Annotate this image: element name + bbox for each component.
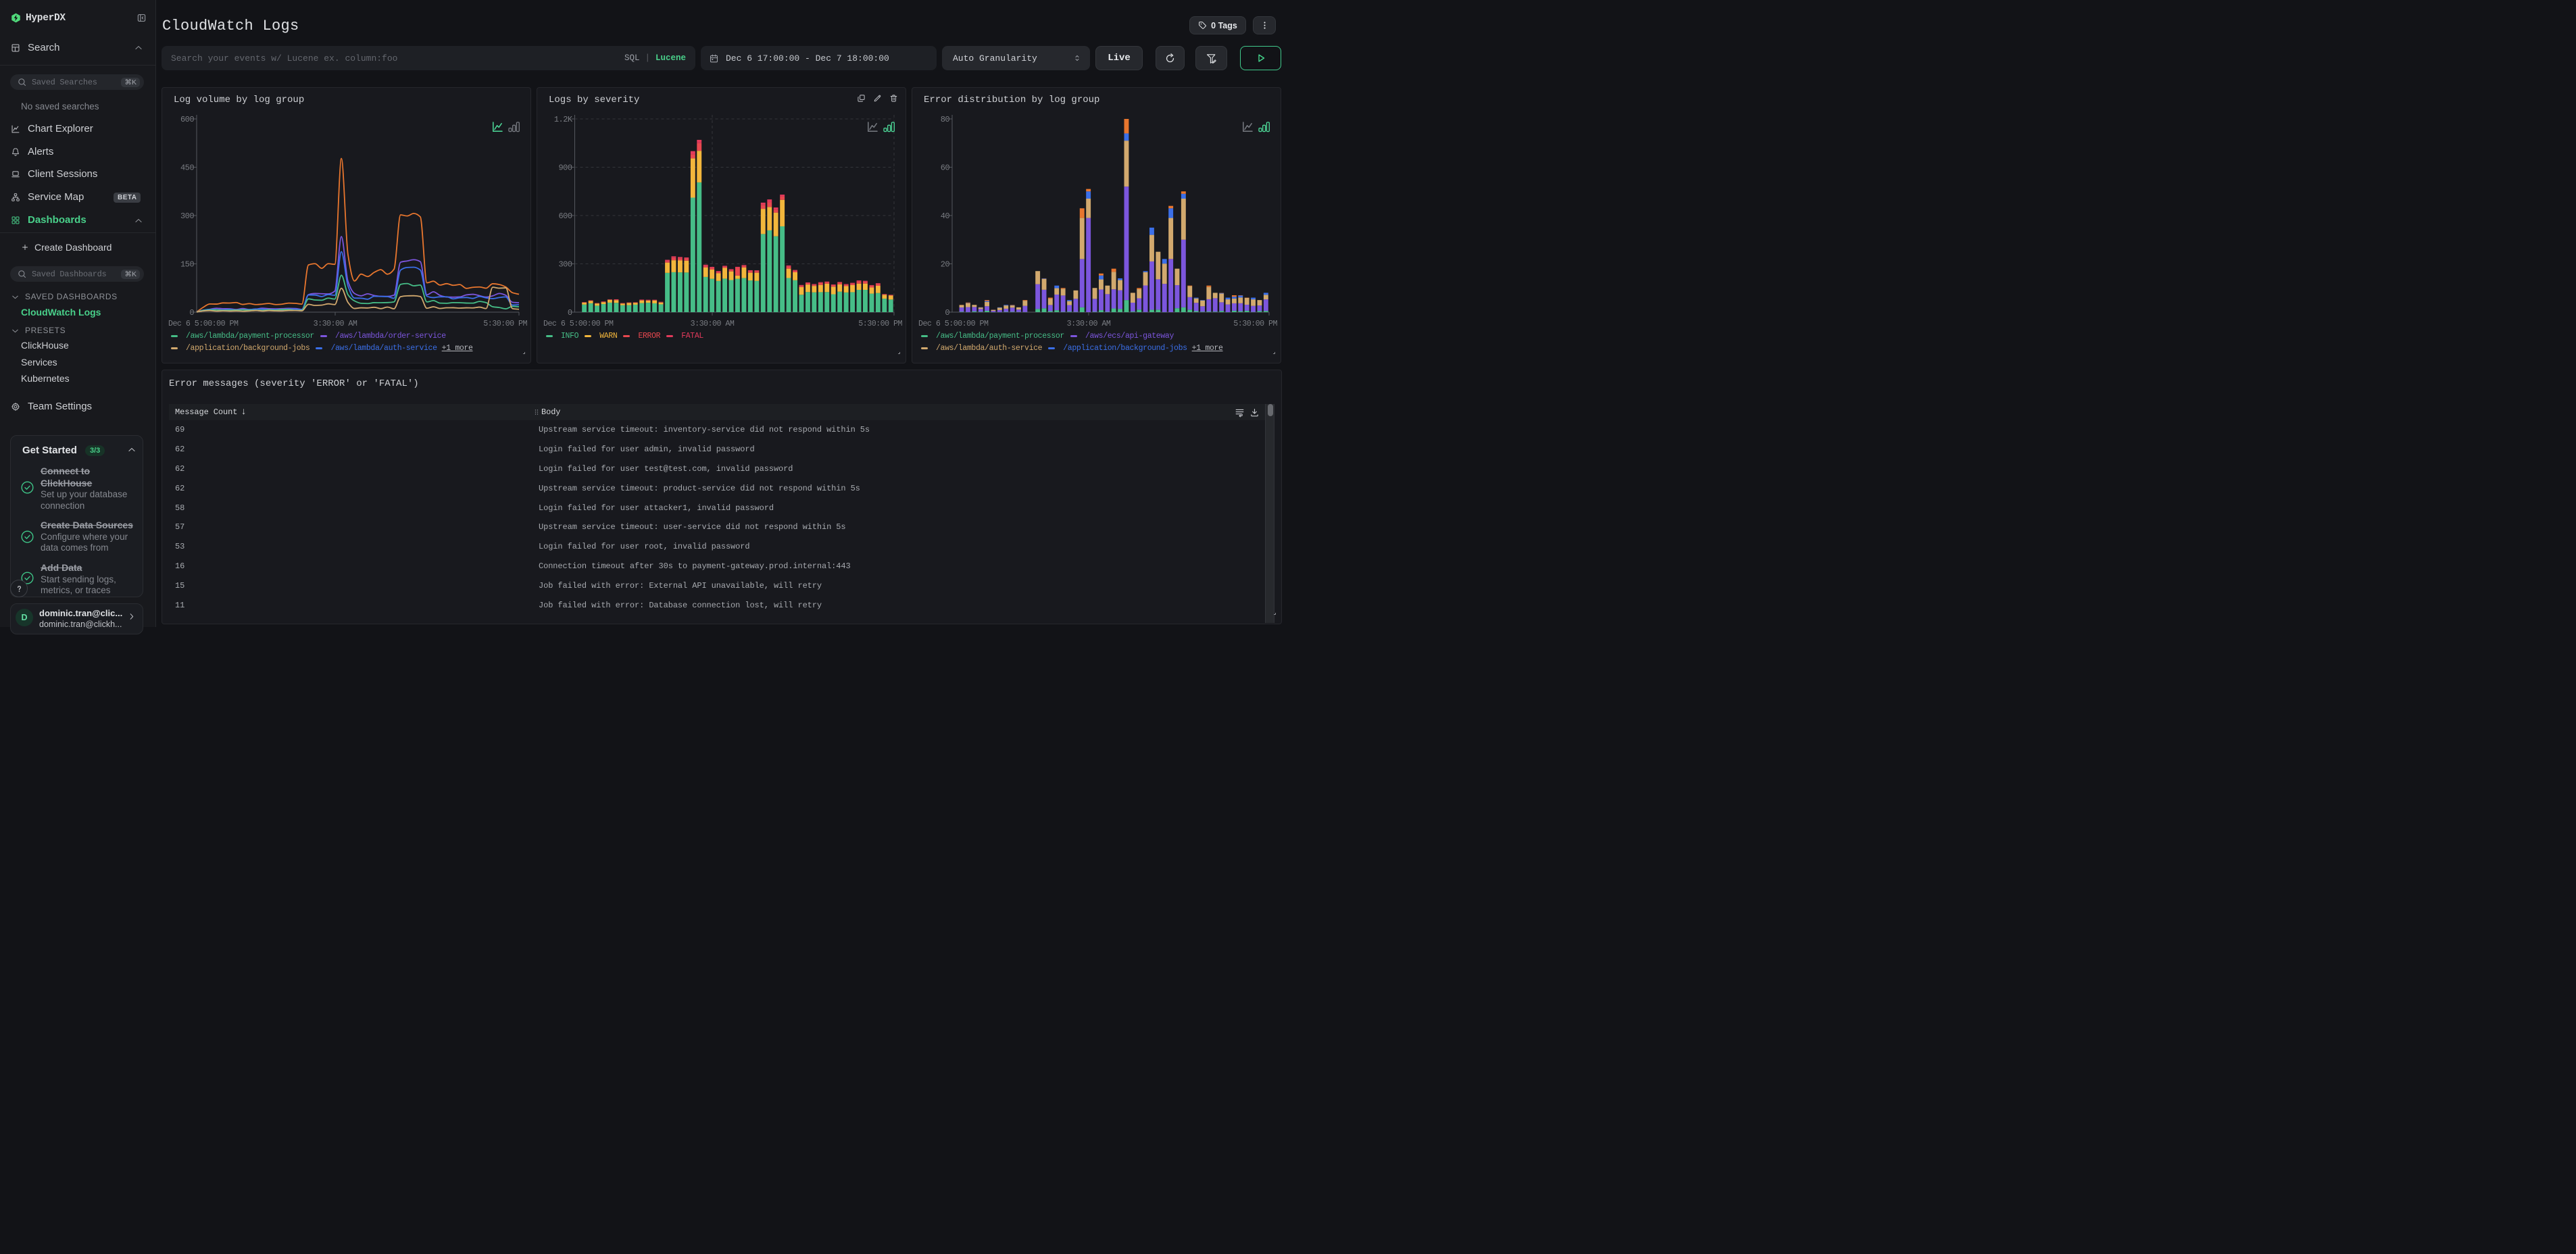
svg-text:60: 60 (941, 164, 950, 173)
svg-text:Dec 6 5:00:00 PM: Dec 6 5:00:00 PM (543, 319, 614, 328)
svg-text:300: 300 (180, 211, 194, 221)
svg-text:3:30:00 AM: 3:30:00 AM (1067, 319, 1111, 328)
svg-text:5:30:00 PM: 5:30:00 PM (483, 319, 527, 328)
svg-text:5:30:00 PM: 5:30:00 PM (858, 319, 902, 328)
svg-text:Dec 6 5:00:00 PM: Dec 6 5:00:00 PM (168, 319, 239, 328)
svg-text:0: 0 (189, 308, 194, 318)
svg-text:5:30:00 PM: 5:30:00 PM (1233, 319, 1277, 328)
svg-text:150: 150 (180, 260, 194, 270)
svg-text:3:30:00 AM: 3:30:00 AM (314, 319, 357, 328)
svg-text:3:30:00 AM: 3:30:00 AM (691, 319, 735, 328)
svg-text:600: 600 (180, 115, 194, 124)
svg-text:40: 40 (941, 211, 950, 221)
svg-text:0: 0 (568, 308, 572, 318)
svg-text:20: 20 (941, 260, 950, 270)
svg-text:Dec 6 5:00:00 PM: Dec 6 5:00:00 PM (918, 319, 989, 328)
svg-text:0: 0 (945, 308, 949, 318)
svg-text:600: 600 (559, 211, 572, 221)
svg-text:1.2K: 1.2K (554, 115, 573, 124)
svg-text:450: 450 (180, 164, 194, 173)
svg-text:900: 900 (559, 164, 572, 173)
svg-text:80: 80 (941, 115, 950, 124)
svg-text:300: 300 (559, 260, 572, 270)
